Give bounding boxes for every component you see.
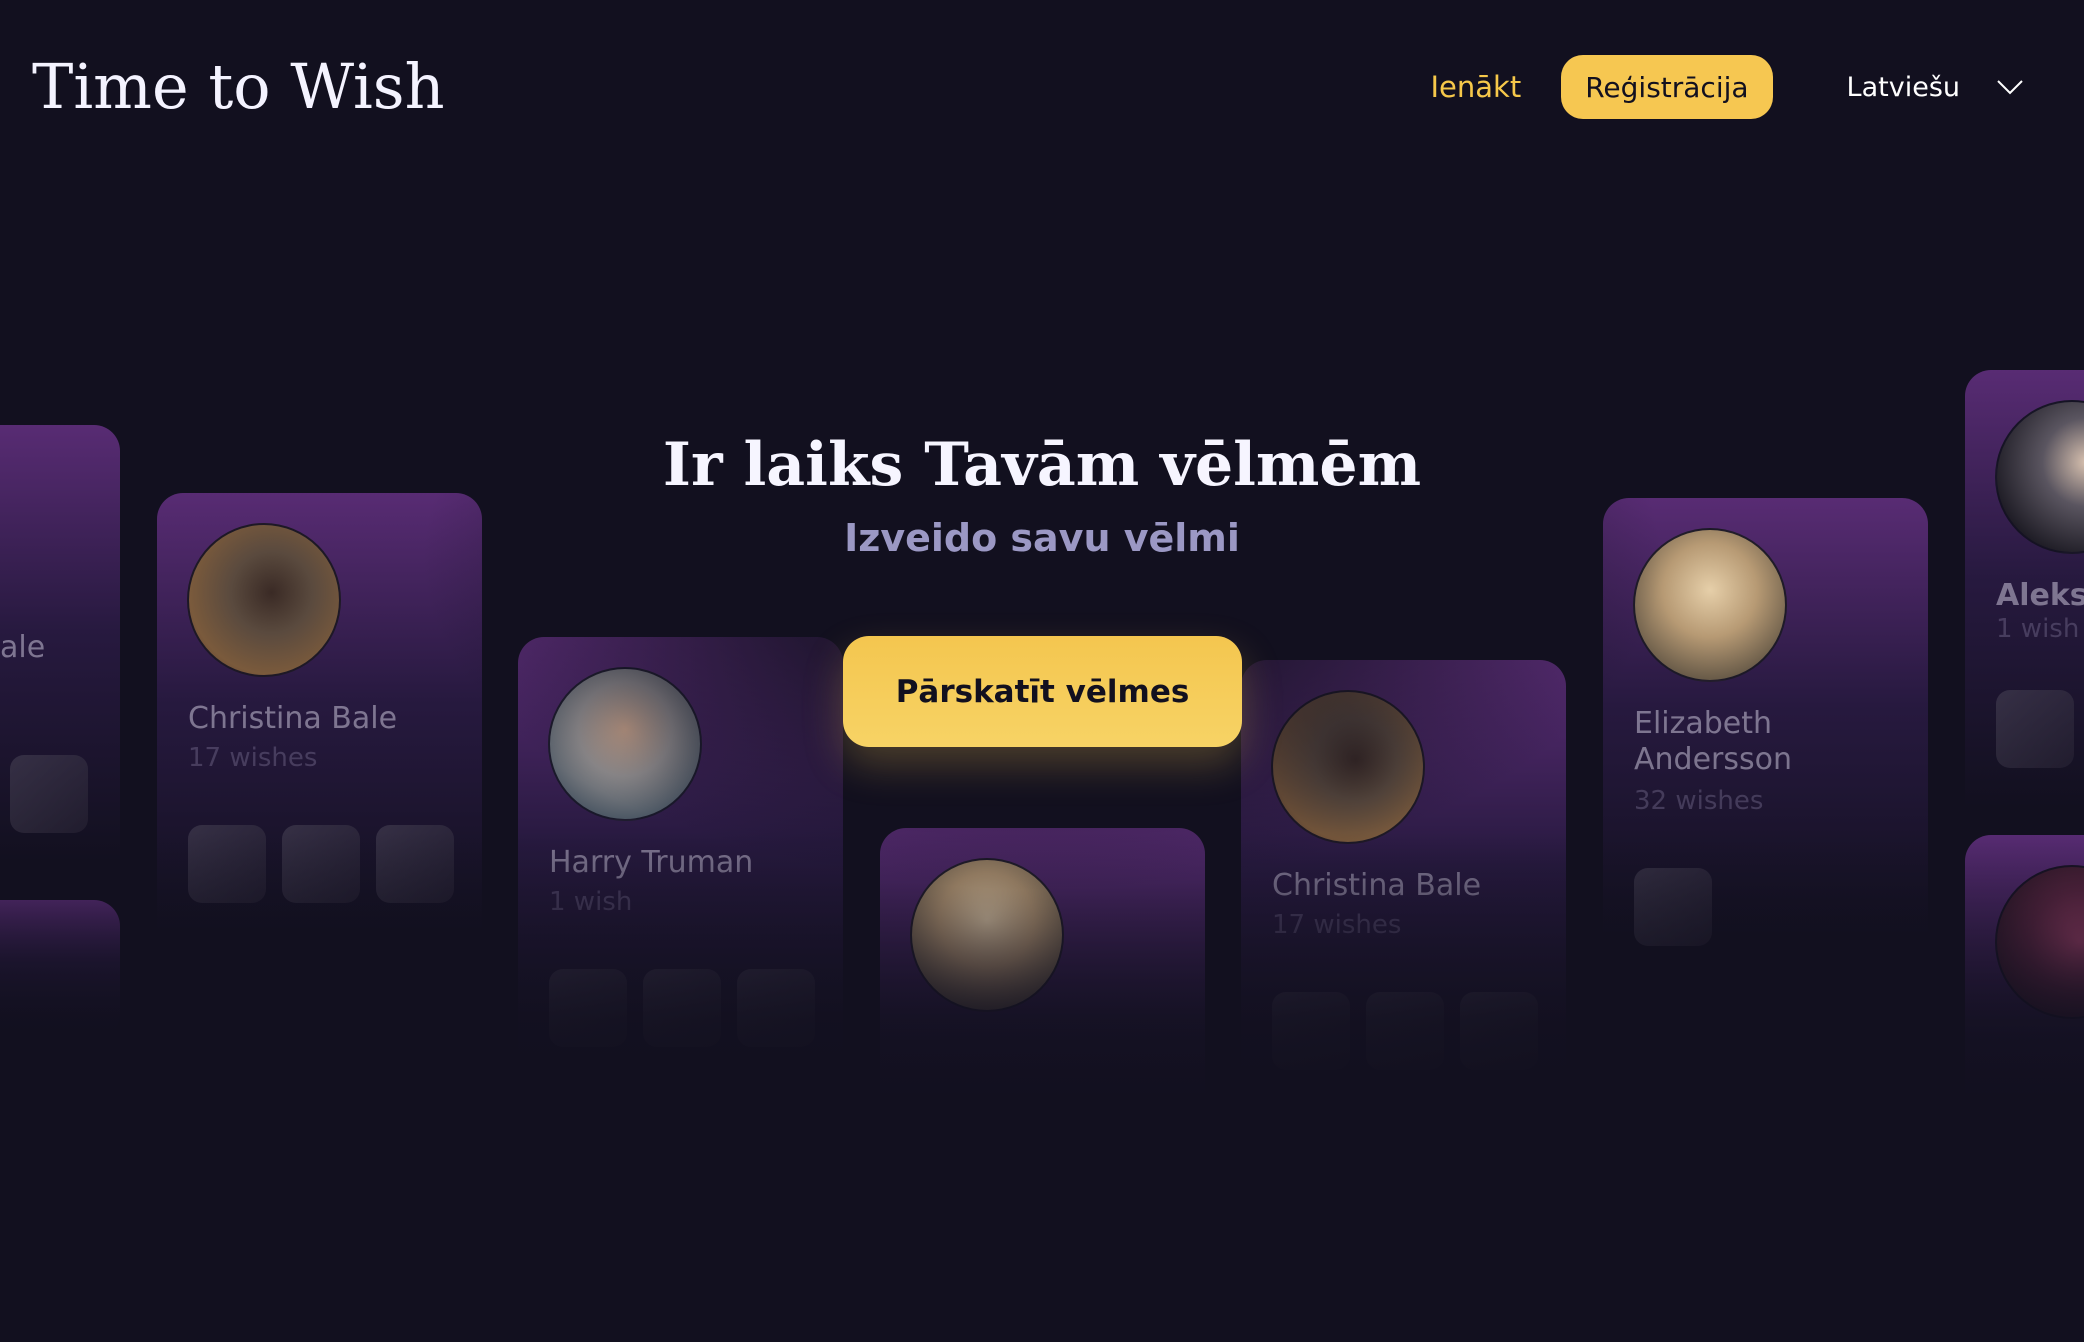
wish-thumbnail[interactable] (1634, 868, 1712, 946)
wish-card[interactable] (880, 828, 1205, 1288)
card-name: ale (0, 630, 46, 665)
card-wish-count: 1 wish (549, 887, 633, 917)
card-thumbnails (549, 969, 815, 1047)
wish-thumbnail[interactable] (10, 755, 88, 833)
card-thumbnails (1996, 690, 2074, 768)
card-name: Christina Bale (188, 701, 398, 736)
hero-title: Ir laiks Tavām vēlmēm (662, 430, 1422, 500)
avatar (548, 667, 702, 821)
register-button[interactable]: Reģistrācija (1561, 55, 1773, 119)
wish-thumbnail[interactable] (737, 969, 815, 1047)
card-name: Harry Truman (549, 845, 754, 880)
avatar (1995, 865, 2084, 1019)
wish-thumbnail[interactable] (1996, 690, 2074, 768)
wish-card[interactable]: Harry Truman 1 wish (518, 637, 843, 1097)
card-name: Elizabeth Andersson (1634, 706, 1792, 777)
wish-thumbnail[interactable] (549, 969, 627, 1047)
card-wish-count: 32 wishes (1634, 786, 1764, 816)
card-name: Christina Bale (1272, 868, 1482, 903)
card-wish-count: 17 wishes (1272, 910, 1402, 940)
wish-thumbnail[interactable] (188, 825, 266, 903)
logo[interactable]: Time to Wish (32, 44, 445, 130)
wish-thumbnail[interactable] (1272, 992, 1350, 1070)
login-link[interactable]: Ienākt (1431, 70, 1522, 104)
avatar (910, 858, 1064, 1012)
wish-thumbnail[interactable] (1366, 992, 1444, 1070)
card-thumbnails (1272, 992, 1538, 1070)
card-wish-count: 17 wishes (188, 743, 318, 773)
hero-subtitle: Izveido savu vēlmi (844, 516, 1240, 560)
card-name: Aleksi (1996, 578, 2084, 613)
wish-card[interactable]: Christina Bale 17 wishes (157, 493, 482, 953)
card-thumbnails (10, 755, 88, 833)
language-selector[interactable]: Latviešu (1847, 72, 2024, 103)
top-nav: Ienākt Reģistrācija Latviešu (1431, 55, 2025, 119)
hero: Ir laiks Tavām vēlmēm Izveido savu vēlmi (0, 420, 2084, 560)
avatar (1271, 690, 1425, 844)
wish-card[interactable] (1965, 835, 2084, 1295)
browse-wishes-button[interactable]: Pārskatīt vēlmes (843, 636, 1242, 747)
card-thumbnails (188, 825, 454, 903)
wish-thumbnail[interactable] (643, 969, 721, 1047)
card-wish-count: 1 wish (1996, 614, 2080, 644)
chevron-down-icon (1997, 80, 2023, 95)
wish-thumbnail[interactable] (376, 825, 454, 903)
wish-card[interactable] (0, 900, 120, 1040)
wish-card[interactable]: Elizabeth Andersson 32 wishes (1603, 498, 1928, 958)
wish-thumbnail[interactable] (1460, 992, 1538, 1070)
language-label: Latviešu (1846, 71, 1960, 103)
wish-thumbnail[interactable] (282, 825, 360, 903)
wish-card[interactable]: Christina Bale 17 wishes (1241, 660, 1566, 1120)
card-thumbnails (1634, 868, 1712, 946)
